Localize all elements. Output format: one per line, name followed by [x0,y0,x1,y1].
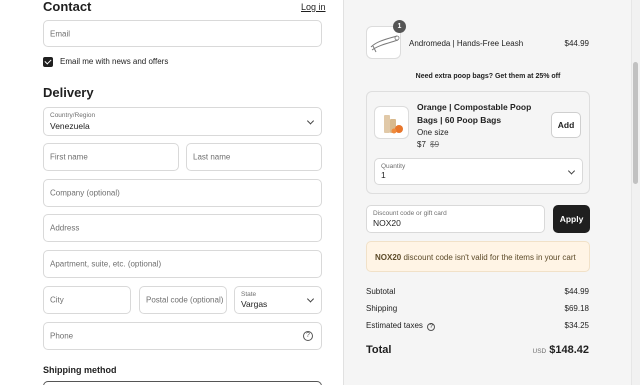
first-name-placeholder: First name [50,152,88,162]
discount-value: NOX20 [373,218,401,228]
first-name-field[interactable]: First name [43,143,179,171]
apartment-placeholder: Apartment, suite, etc. (optional) [50,259,162,269]
apply-button[interactable]: Apply [553,205,590,233]
subtotal-label: Subtotal [366,287,396,296]
quantity-label: Quantity [381,163,406,170]
company-field[interactable]: Company (optional) [43,179,322,207]
quantity-badge: 1 [393,20,406,33]
currency-code: USD [532,348,547,355]
postal-code-field[interactable]: Postal code (optional) [139,286,227,314]
last-name-field[interactable]: Last name [186,143,322,171]
state-label: State [241,291,257,298]
taxes-row-label: Estimated taxes ? [366,321,436,331]
upsell-card: Orange | Compostable Poop Bags | 60 Poop… [366,91,590,194]
upsell-sale-price: $7 [417,140,426,149]
contact-heading: Contact [43,0,92,14]
postal-code-placeholder: Postal code (optional) [146,295,224,305]
info-icon[interactable]: ? [427,323,436,331]
scrollbar-thumb[interactable] [633,62,638,184]
chevron-down-icon [306,116,315,125]
total-value: $148.42 [549,344,589,356]
chevron-down-icon [306,295,315,303]
email-field[interactable]: Email [43,20,322,47]
taxes-value: $34.25 [564,321,589,330]
state-value: Vargas [241,299,268,309]
upsell-thumbnail [374,106,409,139]
shipping-method-box[interactable] [43,381,322,385]
last-name-placeholder: Last name [193,152,231,162]
shipping-method-heading: Shipping method [43,365,117,375]
chevron-down-icon [567,166,576,175]
country-label: Country/Region [50,112,96,119]
upsell-heading: Need extra poop bags? Get them at 25% of… [415,73,561,80]
upsell-price: $7 $9 [417,140,439,149]
shipping-label: Shipping [366,304,398,313]
taxes-label: Estimated taxes [366,321,423,330]
state-select[interactable]: State Vargas [234,286,322,314]
upsell-compare-price: $9 [430,140,440,149]
checkout-form: Contact Log in Email Email me with news … [0,0,343,385]
total-label: Total [366,344,392,356]
apartment-field[interactable]: Apartment, suite, etc. (optional) [43,250,322,278]
newsletter-label: Email me with news and offers [60,57,169,66]
discount-warning: NOX20 discount code isn't valid for the … [366,241,590,272]
city-field[interactable]: City [43,286,131,314]
login-link[interactable]: Log in [301,2,326,12]
country-value: Venezuela [50,121,90,131]
quantity-select[interactable]: Quantity 1 [374,158,583,185]
discount-code-field[interactable]: Discount code or gift card NOX20 [366,205,545,233]
total-row: USD $148.42 [494,344,590,356]
upsell-variant: One size [417,128,449,137]
country-select[interactable]: Country/Region Venezuela [43,107,322,136]
order-summary: 1 Andromeda | Hands-Free Leash $44.99 Ne… [343,0,631,385]
shipping-value: $69.18 [564,304,589,313]
quantity-value: 1 [381,170,386,180]
email-field-placeholder: Email [50,29,71,38]
address-placeholder: Address [50,223,80,233]
help-circle-icon[interactable]: ? [303,331,313,341]
phone-placeholder: Phone [50,331,74,341]
upsell-name-line1: Orange | Compostable Poop [417,102,532,112]
page-scrollbar[interactable] [631,0,640,385]
poop-bags-icon [384,115,403,134]
phone-field[interactable]: Phone ? [43,322,322,350]
cart-item-price: $44.99 [564,39,589,48]
upsell-name-line2: Bags | 60 Poop Bags [417,115,502,125]
subtotal-value: $44.99 [564,287,589,296]
delivery-heading: Delivery [43,85,94,100]
add-upsell-button[interactable]: Add [551,112,581,138]
warning-text: discount code isn't valid for the items … [401,253,576,262]
city-placeholder: City [50,295,64,305]
address-field[interactable]: Address [43,214,322,242]
cart-item-name: Andromeda | Hands-Free Leash [409,39,524,48]
warning-code: NOX20 [375,253,402,262]
discount-label: Discount code or gift card [373,210,447,217]
newsletter-checkbox[interactable] [43,57,53,67]
company-placeholder: Company (optional) [50,188,120,198]
